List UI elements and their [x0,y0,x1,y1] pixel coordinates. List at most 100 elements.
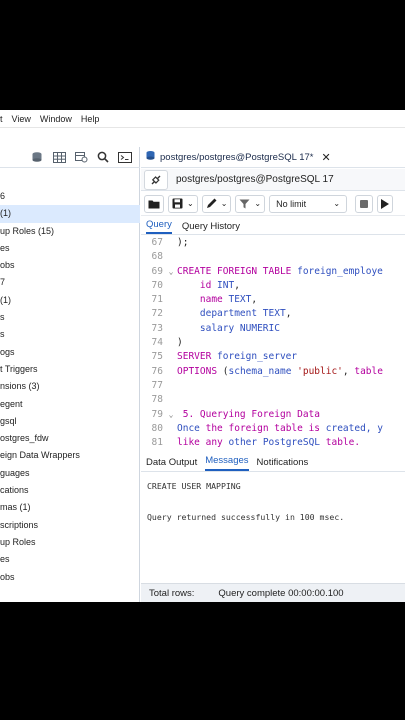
code-line[interactable]: 75 SERVER foreign_server [141,350,405,364]
code-line[interactable]: 71 name TEXT, [141,293,405,307]
code-line[interactable]: 68 [141,250,405,264]
code-line[interactable]: 72 department TEXT, [141,307,405,321]
tree-item[interactable]: ostgres_fdw [0,430,140,447]
tree-item[interactable]: es [0,240,140,257]
code-token: any [205,437,229,449]
line-number: 72 [151,308,163,320]
terminal-icon[interactable] [118,151,132,163]
tab-data-output[interactable]: Data Output [146,457,197,471]
tree-item[interactable]: scriptions [0,517,140,534]
menu-item-tools-partial[interactable]: t [0,114,3,124]
line-number: 74 [151,337,163,349]
code-line[interactable]: 79 ⌄ 5. Querying Foreign Data [141,408,405,422]
tree-item[interactable]: up Roles (15) [0,223,140,240]
execute-button[interactable] [377,194,394,213]
line-number: 76 [151,365,163,377]
row-limit-value: No limit [276,198,307,209]
tab-notifications[interactable]: Notifications [257,457,309,471]
tree-item[interactable]: egent [0,396,140,413]
code-token: ) [177,337,183,349]
code-line[interactable]: 67); [141,236,405,250]
fold-icon[interactable]: ⌄ [165,265,177,279]
tree-item[interactable]: mas (1) [0,499,140,516]
query-tab-bar: postgres/postgres@PostgreSQL 17* ✕ [141,147,405,168]
table-icon[interactable] [52,151,66,163]
tree-item[interactable]: eign Data Wrappers [0,447,140,464]
tree-item[interactable]: s [0,326,140,343]
code-line[interactable]: 80 Once the foreign table is created, y [141,422,405,436]
tree-item[interactable]: guages [0,465,140,482]
menu-bar: t View Window Help [0,110,405,128]
chevron-down-icon[interactable]: ⌄ [254,199,261,208]
database-icon[interactable] [30,151,44,163]
folder-icon [148,200,160,208]
code-line[interactable]: 70 id INT, [141,279,405,293]
line-number: 70 [151,279,163,291]
view-data-icon[interactable] [74,151,88,163]
search-icon[interactable] [96,151,110,163]
fold-icon [165,307,177,321]
fold-icon [165,422,177,436]
tree-item[interactable]: up Roles [0,534,140,551]
code-token: , [342,365,355,377]
code-line[interactable]: 77 [141,379,405,393]
close-tab-icon[interactable]: ✕ [321,151,330,164]
fold-icon [165,350,177,364]
connection-label[interactable]: postgres/postgres@PostgreSQL 17 [176,174,334,185]
code-token: other [228,437,263,449]
tree-item[interactable]: 7 [0,274,140,291]
code-line[interactable]: 74) [141,336,405,350]
tab-query[interactable]: Query [146,219,172,234]
tree-item[interactable]: (1) [0,205,140,223]
save-button[interactable]: ⌄ [168,194,198,213]
chevron-down-icon[interactable]: ⌄ [187,199,194,208]
tree-item[interactable]: ogs [0,344,140,361]
menu-item-help[interactable]: Help [81,114,100,124]
line-number: 71 [151,294,163,306]
tree-item[interactable]: cations [0,482,140,499]
tree-item[interactable]: obs [0,569,140,586]
editor-subtabs: Query Query History [141,217,405,235]
object-tree: 6 (1) up Roles (15) es obs 7 (1) s s ogs t Trigger… [0,188,140,586]
filter-button[interactable]: ⌄ [235,194,266,213]
tree-item[interactable]: obs [0,257,140,274]
tab-query-history[interactable]: Query History [182,221,240,234]
line-number: 81 [151,437,163,449]
play-icon [381,198,390,209]
tab-messages[interactable]: Messages [205,455,249,471]
explorer-toolbar [0,147,140,168]
code-token: like [177,437,206,449]
code-line[interactable]: 81 like any other PostgreSQL table. [141,436,405,450]
fold-icon[interactable]: ⌄ [165,408,177,422]
code-token: table. [325,437,361,449]
message-line: Query returned successfully in 100 msec. [147,512,345,522]
open-file-button[interactable] [144,194,164,213]
tree-item[interactable]: s [0,309,140,326]
menu-item-window[interactable]: Window [40,114,72,124]
tree-item[interactable]: gsql [0,413,140,430]
stop-button[interactable] [355,194,374,213]
tree-item[interactable]: es [0,551,140,568]
sql-editor[interactable]: 67); 68 69 ⌄ CREATE FOREIGN TABLE foreign_em… [141,236,405,452]
edit-button[interactable]: ⌄ [201,194,232,213]
code-line[interactable]: 69 ⌄ CREATE FOREIGN TABLE foreign_employe [141,265,405,279]
query-tool-tab[interactable]: postgres/postgres@PostgreSQL 17* ✕ [141,150,331,164]
tree-item[interactable]: 6 [0,188,140,205]
tree-item[interactable]: (1) [0,292,140,309]
tree-item[interactable]: nsions (3) [0,378,140,395]
query-tab-title: postgres/postgres@PostgreSQL 17* [160,151,314,163]
save-icon [172,198,183,209]
code-line[interactable]: 76 OPTIONS (schema_name 'public', table [141,365,405,379]
query-status: Query complete 00:00:00.100 [218,587,344,599]
tree-item[interactable]: t Triggers [0,361,140,378]
code-token: CREATE FOREIGN TABLE [177,265,298,277]
chevron-down-icon[interactable]: ⌄ [221,199,228,208]
menu-item-view[interactable]: View [12,114,31,124]
row-limit-select[interactable]: No limit ⌄ [269,194,348,213]
line-number: 73 [151,322,163,334]
code-line[interactable]: 73 salary NUMERIC [141,322,405,336]
stop-icon [360,199,369,208]
code-line[interactable]: 78 [141,393,405,407]
code-token: foreign_employe [297,265,383,277]
connection-status-icon[interactable] [144,169,168,190]
